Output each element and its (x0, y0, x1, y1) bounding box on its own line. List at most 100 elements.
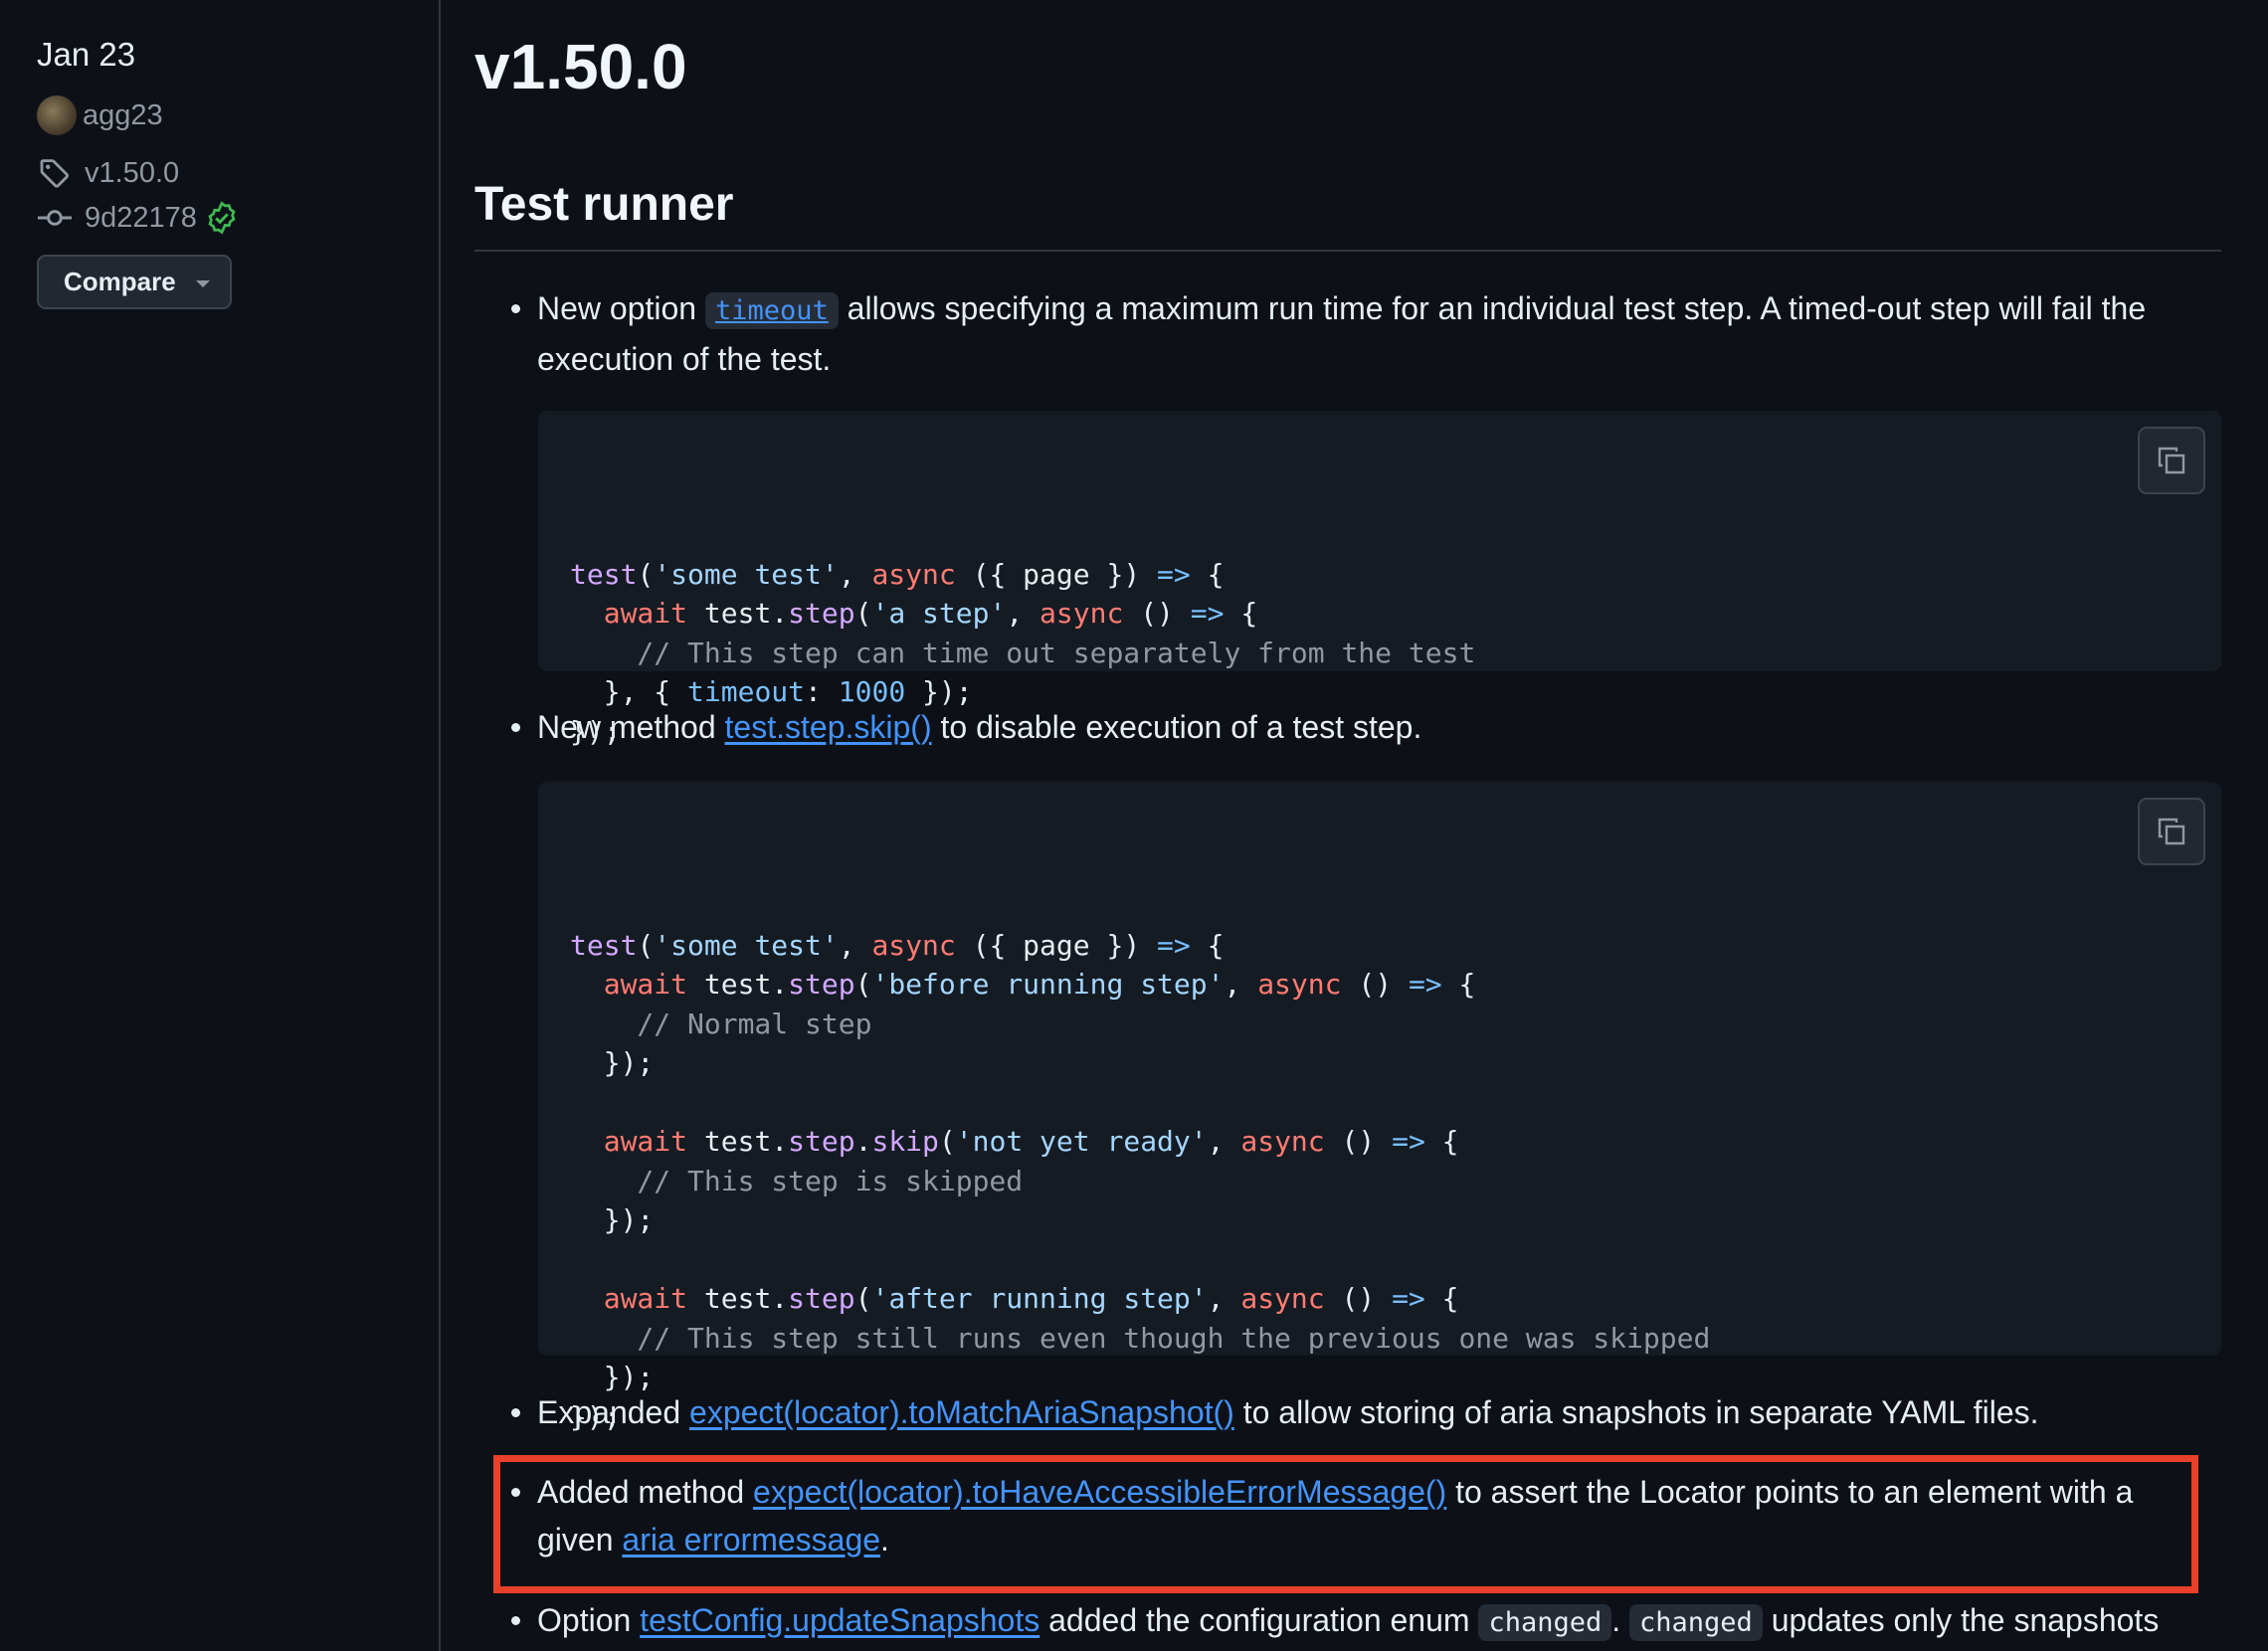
author-row[interactable]: agg23 (37, 95, 163, 135)
code-token: async (1040, 597, 1124, 630)
code-token: => (1392, 1282, 1425, 1315)
code-block: test('some test', async ({ page }) => { … (538, 782, 2221, 1433)
update-snapshots-link[interactable]: testConfig.updateSnapshots (640, 1602, 1040, 1638)
code-token: , (1207, 1125, 1241, 1158)
code-token: }); (570, 1203, 655, 1236)
code-token: => (1157, 928, 1191, 962)
code-token: , (838, 557, 872, 591)
code-token: ( (854, 968, 872, 1001)
code-token: . (854, 1125, 872, 1158)
list-item: New option timeout allows specifying a m… (511, 284, 2198, 383)
code-token: , (1224, 968, 1258, 1001)
code-line: // This step can time out separately fro… (570, 634, 2189, 673)
code-token: test. (687, 968, 789, 1001)
compare-button[interactable]: Compare (37, 255, 232, 309)
copy-button[interactable] (2138, 427, 2205, 494)
copy-button[interactable] (2138, 798, 2205, 865)
code-token: , (1207, 1282, 1241, 1315)
code-line: test('some test', async ({ page }) => { (570, 555, 2189, 595)
code-token: // Normal step (570, 1007, 872, 1040)
code-line: // Normal step (570, 1005, 2189, 1044)
release-date: Jan 23 (37, 36, 136, 73)
list-item: Option testConfig.updateSnapshots added … (511, 1596, 2198, 1647)
code-block: test('some test', async ({ page }) => { … (538, 411, 2221, 748)
chevron-down-icon (195, 280, 210, 287)
code-token: 'before running step' (871, 968, 1225, 1001)
code-line: await test.step.skip('not yet ready', as… (570, 1122, 2189, 1162)
code-token: 'some test' (654, 928, 839, 962)
code-token: // This step can time out separately fro… (570, 636, 1476, 669)
code-token: test. (687, 597, 789, 630)
to-match-aria-snapshot-link[interactable]: expect(locator).toMatchAriaSnapshot() (689, 1394, 1234, 1430)
code-line: }); (570, 1200, 2189, 1240)
code-token: () (1123, 597, 1191, 630)
code-token: ( (637, 557, 655, 591)
inline-code: changed (1478, 1604, 1612, 1641)
code-token: , (838, 928, 872, 962)
timeout-link[interactable]: timeout (704, 292, 839, 329)
commit-icon (37, 200, 73, 236)
code-token: 'a step' (871, 597, 1007, 630)
commit-sha[interactable]: 9d22178 (85, 202, 197, 235)
code-line: test('some test', async ({ page }) => { (570, 926, 2189, 966)
code-token: { (1190, 928, 1225, 962)
code-token: ( (637, 928, 655, 962)
release-sidebar: Jan 23 agg23 v1.50.0 9d22178 Compare (0, 0, 441, 1651)
code-token: ( (854, 1282, 872, 1315)
copy-icon (2158, 818, 2185, 845)
code-token: => (1408, 968, 1442, 1001)
code-token: { (1441, 968, 1476, 1001)
code-token: test. (687, 1282, 789, 1315)
code-token: { (1424, 1282, 1459, 1315)
compare-label: Compare (64, 267, 176, 296)
code-line: await test.step('a step', async () => { (570, 594, 2189, 634)
code-token: => (1392, 1125, 1425, 1158)
code-line: }); (570, 1043, 2189, 1083)
code-token: { (1190, 557, 1225, 591)
code-token: => (1157, 557, 1191, 591)
code-line: // This step is skipped (570, 1162, 2189, 1201)
section-title: Test runner (474, 178, 734, 231)
code-token: () (1324, 1282, 1393, 1315)
release-title[interactable]: v1.50.0 (474, 30, 687, 103)
code-line: // This step still runs even though the … (570, 1319, 2189, 1359)
copy-icon (2158, 447, 2185, 474)
code-token: skip (871, 1125, 939, 1158)
code-token: step (788, 1282, 855, 1315)
commit-row[interactable]: 9d22178 (37, 200, 239, 236)
test-step-skip-link[interactable]: test.step.skip() (725, 709, 932, 745)
code-token: test (570, 557, 638, 591)
verified-check-icon[interactable] (205, 201, 239, 235)
highlight-annotation (493, 1455, 2198, 1593)
list-item: New method test.step.skip() to disable e… (511, 703, 2198, 751)
code-token: ( (854, 597, 872, 630)
code-token: }); (570, 1046, 655, 1079)
code-token: await (603, 597, 688, 630)
author-name[interactable]: agg23 (83, 99, 163, 132)
code-token: async (1240, 1125, 1325, 1158)
code-token: test. (687, 1125, 789, 1158)
tag-label[interactable]: v1.50.0 (85, 157, 179, 190)
code-token: await (603, 1125, 688, 1158)
tag-row[interactable]: v1.50.0 (37, 155, 179, 191)
code-token: () (1341, 968, 1409, 1001)
code-token: step (788, 597, 855, 630)
code-token: 'some test' (654, 557, 839, 591)
code-token: async (871, 557, 956, 591)
code-token: step (788, 968, 855, 1001)
code-token: // This step is skipped (570, 1164, 1024, 1197)
code-token: async (871, 928, 956, 962)
code-token: ({ page }) (955, 557, 1158, 591)
code-token: => (1190, 597, 1225, 630)
avatar[interactable] (37, 95, 77, 135)
code-line: await test.step('after running step', as… (570, 1279, 2189, 1319)
code-token: 'not yet ready' (955, 1125, 1208, 1158)
code-token: ( (938, 1125, 956, 1158)
code-line: await test.step('before running step', a… (570, 965, 2189, 1005)
code-token: ({ page }) (955, 928, 1158, 962)
